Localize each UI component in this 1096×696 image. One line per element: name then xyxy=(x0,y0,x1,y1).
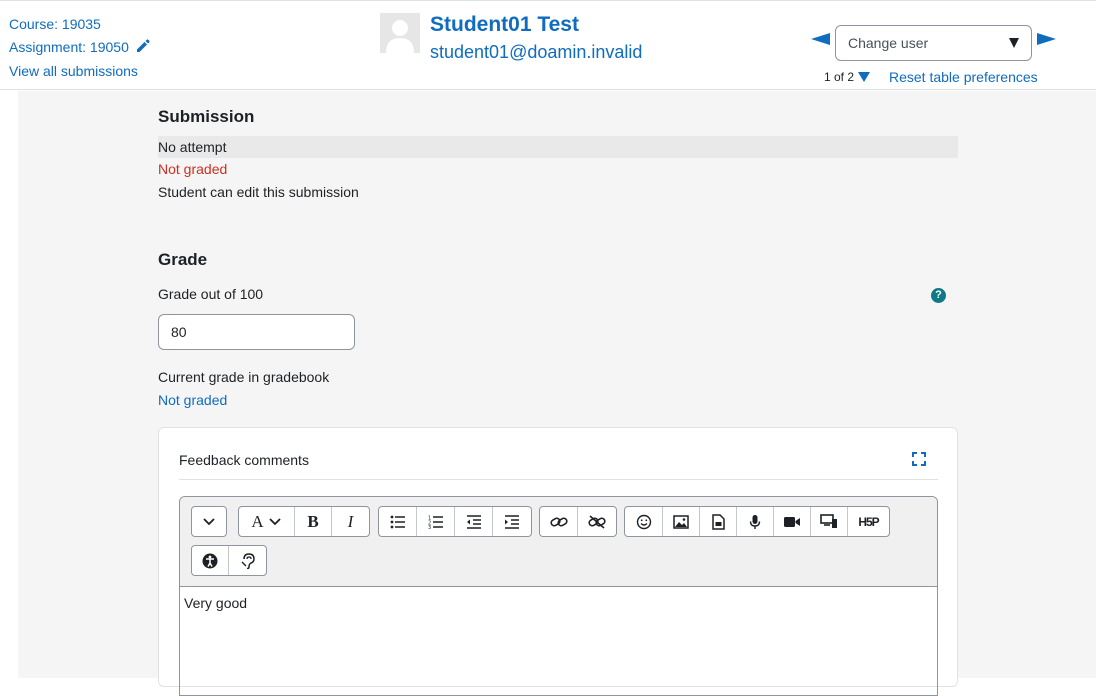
course-link[interactable]: Course: 19035 xyxy=(9,13,151,36)
grading-status: Not graded xyxy=(158,161,228,177)
bullet-list-button[interactable] xyxy=(379,507,417,536)
chevron-down-icon xyxy=(203,517,215,525)
hearing-icon xyxy=(241,552,255,569)
font-style-button[interactable]: A xyxy=(239,507,295,536)
accessibility-checker-button[interactable] xyxy=(192,546,229,575)
microphone-icon xyxy=(749,514,761,529)
toolbar-group-links xyxy=(539,506,617,537)
toolbar-group-media: H5P xyxy=(624,506,890,537)
font-style-icon: A xyxy=(251,511,264,531)
editor-toolbar: A B I 123 H5P xyxy=(180,497,937,587)
svg-text:3: 3 xyxy=(428,525,431,529)
link-button[interactable] xyxy=(540,507,578,536)
gradebook-label: Current grade in gradebook xyxy=(158,369,330,385)
view-all-submissions-link[interactable]: View all submissions xyxy=(9,60,151,83)
attempt-status-row xyxy=(158,136,958,158)
media-file-button[interactable] xyxy=(700,507,737,536)
fullscreen-icon[interactable] xyxy=(912,452,926,471)
pager: 1 of 2 xyxy=(824,70,871,84)
reset-table-preferences-link[interactable]: Reset table preferences xyxy=(889,69,1038,85)
grade-title: Grade xyxy=(158,250,208,269)
toolbar-group-accessibility xyxy=(191,545,267,576)
numbered-list-icon: 123 xyxy=(428,515,443,529)
feedback-editor-content[interactable]: Very good xyxy=(184,595,247,611)
change-user-select[interactable]: Change user xyxy=(835,25,1032,61)
h5p-icon: H5P xyxy=(858,514,879,529)
smiley-icon xyxy=(636,514,651,529)
feedback-title: Feedback comments xyxy=(179,452,309,468)
toolbar-group-toggle xyxy=(191,506,227,537)
assignment-link-label: Assignment: 19050 xyxy=(9,38,129,55)
record-video-button[interactable] xyxy=(774,507,811,536)
manage-files-button[interactable] xyxy=(811,507,848,536)
bold-icon: B xyxy=(307,511,319,531)
help-icon[interactable]: ? xyxy=(931,288,946,303)
assignment-link[interactable]: Assignment: 19050 xyxy=(9,36,151,61)
divider xyxy=(179,479,938,480)
video-camera-icon xyxy=(784,516,800,527)
toolbar-group-lists: 123 xyxy=(378,506,532,537)
gradebook-value-link[interactable]: Not graded xyxy=(158,392,227,408)
pencil-icon[interactable] xyxy=(135,38,151,61)
edit-status: Student can edit this submission xyxy=(158,184,359,200)
chevron-down-icon xyxy=(269,517,281,525)
toolbar-toggle-button[interactable] xyxy=(192,507,226,536)
numbered-list-button[interactable]: 123 xyxy=(417,507,455,536)
h5p-button[interactable]: H5P xyxy=(848,507,889,536)
image-icon xyxy=(673,514,689,529)
next-user-arrow-icon[interactable] xyxy=(1037,33,1056,45)
record-audio-button[interactable] xyxy=(737,507,774,536)
italic-button[interactable]: I xyxy=(332,507,369,536)
bold-button[interactable]: B xyxy=(295,507,332,536)
previous-user-arrow-icon[interactable] xyxy=(811,33,830,45)
grade-input[interactable] xyxy=(158,314,355,350)
link-icon xyxy=(549,516,568,527)
italic-icon: I xyxy=(347,511,354,531)
attempt-status: No attempt xyxy=(158,139,227,155)
unlink-button[interactable] xyxy=(578,507,616,536)
feedback-card: Feedback comments A B I 1 2 3 H5P Very g… xyxy=(158,427,958,696)
filter-icon[interactable] xyxy=(858,72,871,82)
change-user-placeholder: Change user xyxy=(848,35,929,51)
indent-icon xyxy=(505,514,519,529)
grading-panel: Submission No attempt Not graded Student… xyxy=(18,91,1096,696)
pager-text: 1 of 2 xyxy=(824,70,855,84)
toolbar-group-formatting: A B I xyxy=(238,506,370,537)
grader-header: Course: 19035 Assignment: 19050 View all… xyxy=(0,0,1096,90)
screen-reader-helper-button[interactable] xyxy=(229,546,266,575)
outdent-icon xyxy=(466,514,481,529)
unlink-icon xyxy=(588,514,606,529)
submission-title: Submission xyxy=(158,107,255,126)
rich-text-editor: A B I 123 H5P Very good xyxy=(179,496,938,696)
outdent-button[interactable] xyxy=(455,507,493,536)
user-email-link[interactable]: student01@doamin.invalid xyxy=(430,42,642,63)
file-icon xyxy=(711,513,725,530)
context-links: Course: 19035 Assignment: 19050 View all… xyxy=(9,13,151,83)
image-button[interactable] xyxy=(663,507,700,536)
accessibility-icon xyxy=(202,553,218,568)
caret-down-icon xyxy=(1009,38,1019,48)
user-name-link[interactable]: Student01 Test xyxy=(430,13,579,37)
grade-label: Grade out of 100 xyxy=(158,286,264,302)
avatar[interactable] xyxy=(380,13,420,53)
bullet-list-icon xyxy=(390,515,405,528)
indent-button[interactable] xyxy=(493,507,531,536)
devices-icon xyxy=(820,514,837,528)
emoji-button[interactable] xyxy=(625,507,663,536)
